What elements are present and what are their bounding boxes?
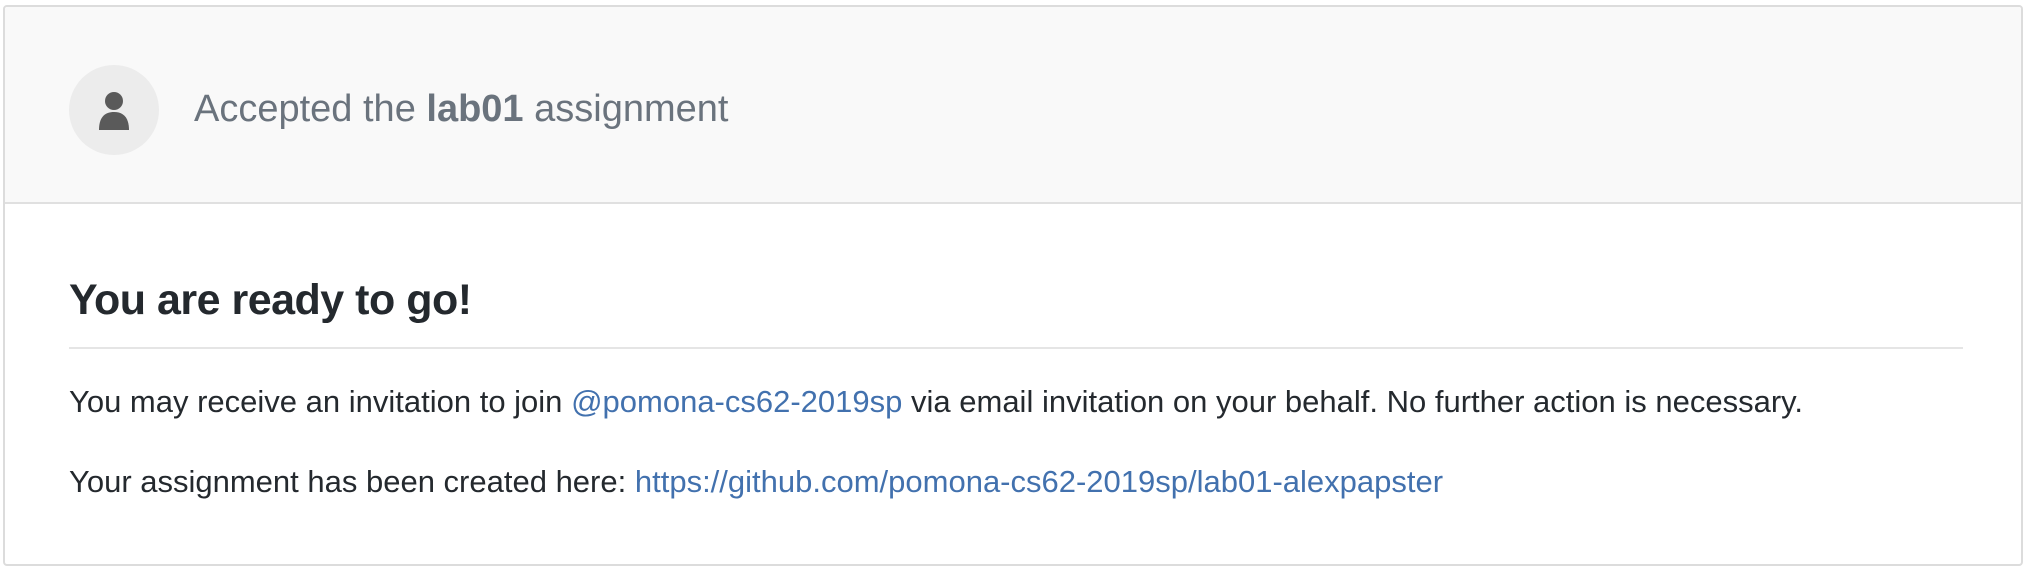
user-silhouette-icon	[99, 92, 129, 130]
invite-suffix: via email invitation on your behalf. No …	[911, 384, 1803, 419]
avatar	[69, 65, 159, 155]
accepted-suffix: assignment	[534, 88, 729, 130]
org-link[interactable]: @pomona-cs62-2019sp	[571, 384, 902, 419]
invite-prefix: You may receive an invitation to join	[69, 384, 563, 419]
heading-divider	[69, 347, 1963, 349]
invitation-paragraph: You may receive an invitation to join @p…	[69, 382, 1803, 422]
assignment-name: lab01	[426, 88, 524, 130]
repo-link[interactable]: https://github.com/pomona-cs62-2019sp/la…	[635, 464, 1443, 499]
accepted-message: Accepted the lab01 assignment	[194, 85, 728, 133]
accepted-prefix: Accepted the	[194, 88, 416, 130]
assignment-card: Accepted the lab01 assignment You are re…	[3, 5, 2023, 566]
ready-heading: You are ready to go!	[69, 276, 472, 324]
card-header: Accepted the lab01 assignment	[5, 7, 2021, 204]
repo-prefix: Your assignment has been created here:	[69, 464, 627, 499]
repo-paragraph: Your assignment has been created here: h…	[69, 462, 1443, 502]
